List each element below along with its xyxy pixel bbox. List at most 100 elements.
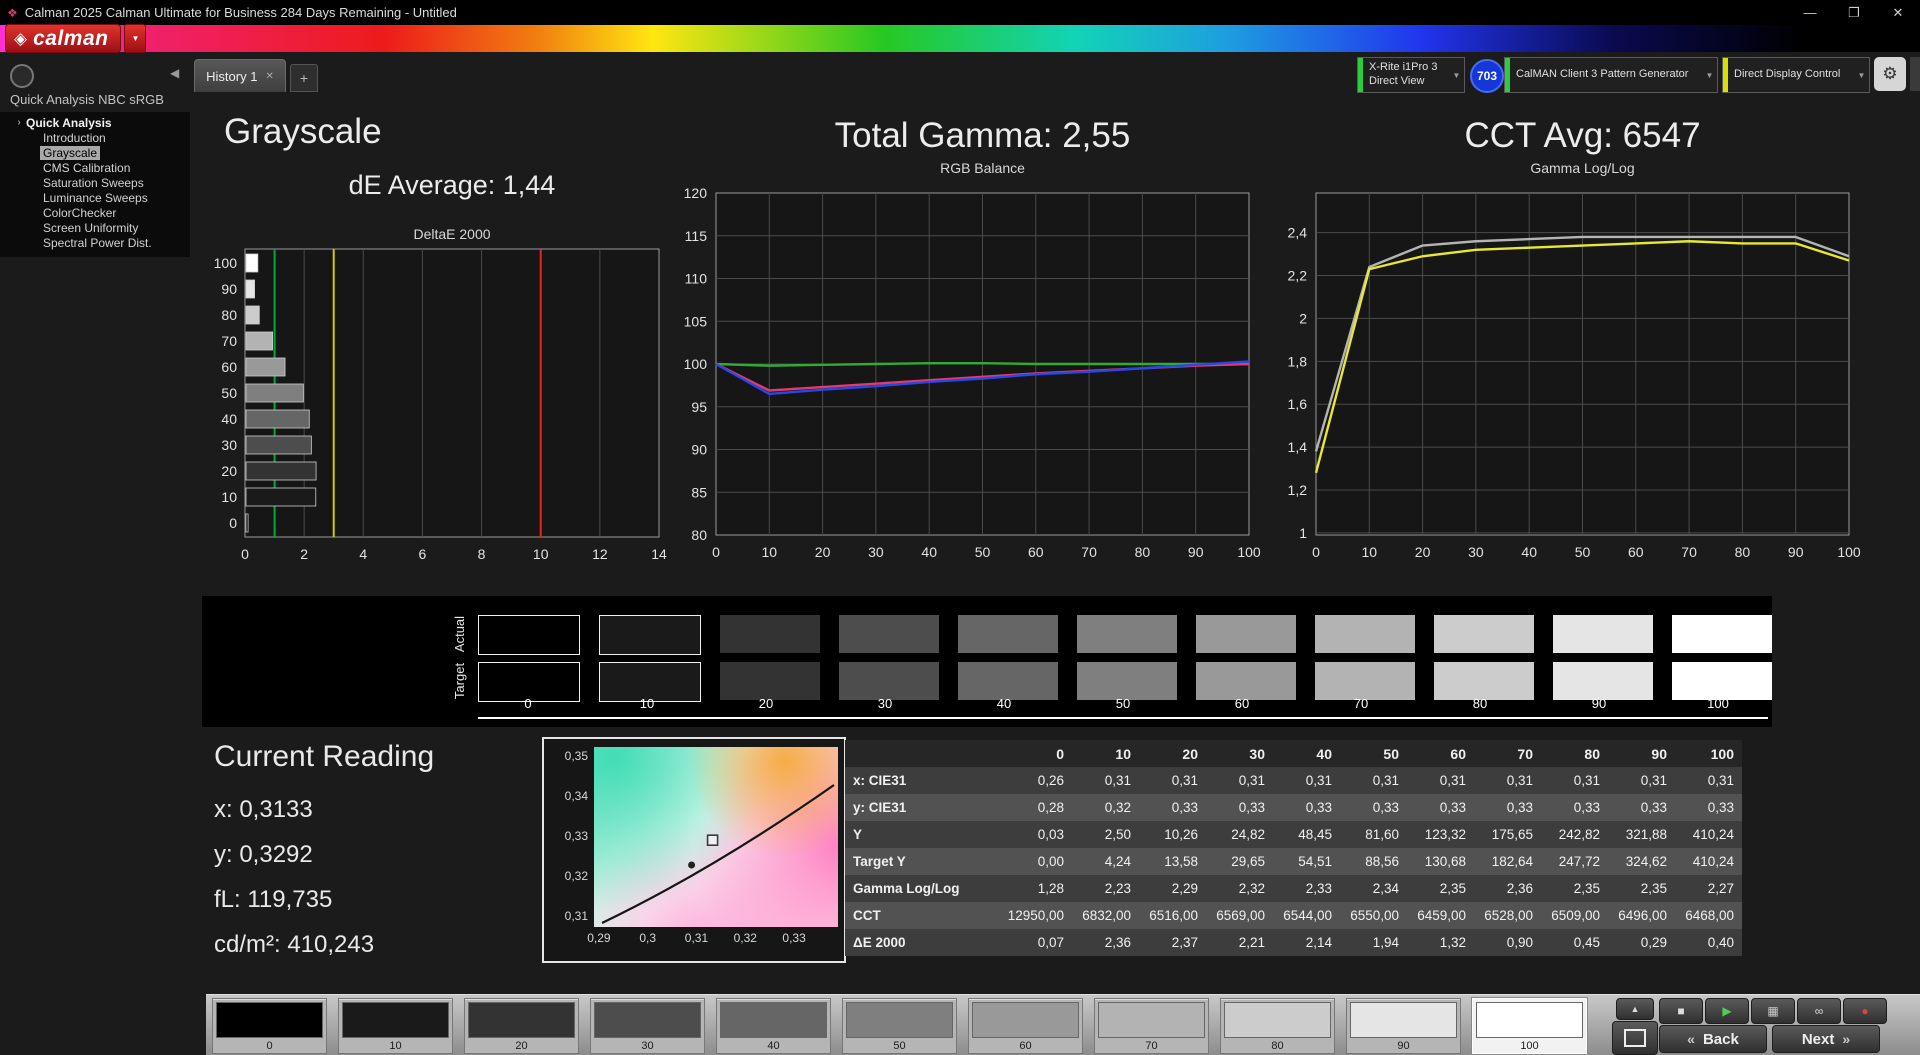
table-cell: 6569,00 [1206,902,1273,929]
pattern-generator-name: CalMAN Client 3 Pattern Generator [1516,68,1696,82]
svg-text:40: 40 [1521,544,1537,560]
table-cell: 2,37 [1139,929,1206,956]
table-cell: 0,29 [1608,929,1675,956]
table-row: y: CIE310,280,320,330,330,330,330,330,33… [845,794,1742,821]
next-button[interactable]: Next » [1772,1025,1880,1053]
table-col-header: 0 [1005,740,1072,767]
logo-menu-caret-icon[interactable]: ▼ [124,24,146,53]
table-cell: 0,40 [1675,929,1742,956]
sidebar-item-saturation-sweeps[interactable]: Saturation Sweeps [0,175,190,190]
save-button[interactable]: ▦ [1751,998,1795,1024]
pattern-tile-50[interactable]: 50 [842,998,957,1054]
pattern-tile-90[interactable]: 90 [1346,998,1461,1054]
maximize-button[interactable]: ❐ [1832,5,1876,21]
session-circle-button[interactable] [10,64,34,88]
pattern-tile-swatch [216,1002,323,1038]
sidebar-item-grayscale[interactable]: Grayscale [0,145,190,160]
table-col-header: 70 [1474,740,1541,767]
tab-label: History 1 [206,69,257,84]
record-button[interactable]: ● [1843,998,1887,1024]
svg-text:80: 80 [691,527,707,543]
loop-button[interactable]: ∞ [1797,998,1841,1024]
table-cell: 0,31 [1608,767,1675,794]
pattern-tile-swatch [1476,1002,1583,1038]
pattern-window-button[interactable] [1612,1021,1658,1055]
pattern-tile-swatch [1098,1002,1205,1038]
sidebar-item-label: Luminance Sweeps [40,191,151,205]
table-cell: 13,58 [1139,848,1206,875]
sidebar-item-spectral-power-dist-[interactable]: Spectral Power Dist. [0,235,190,250]
pattern-tile-20[interactable]: 20 [464,998,579,1054]
table-col-header: 60 [1407,740,1474,767]
sidebar-item-cms-calibration[interactable]: CMS Calibration [0,160,190,175]
minimize-button[interactable]: — [1788,5,1832,21]
patch-level-label: 50 [1073,696,1173,711]
sidebar-collapse-icon[interactable]: ◀ [170,66,179,80]
sidebar-item-introduction[interactable]: Introduction [0,130,190,145]
table-cell: 2,32 [1206,875,1273,902]
app-icon: ❖ [7,6,18,20]
table-row: ΔE 20000,072,362,372,212,141,941,320,900… [845,929,1742,956]
pattern-tile-label: 80 [1221,1040,1334,1052]
measurement-table: 0102030405060708090100x: CIE310,260,310,… [845,740,1742,956]
settings-gear-button[interactable]: ⚙ [1874,57,1906,91]
pattern-tile-80[interactable]: 80 [1220,998,1335,1054]
play-button[interactable]: ▶ [1705,998,1749,1024]
patch-level-label: 0 [478,696,578,711]
overflow-button[interactable] [1910,57,1920,91]
patch-level-label: 10 [597,696,697,711]
svg-text:100: 100 [1837,544,1861,560]
svg-text:60: 60 [221,359,237,375]
table-cell: 324,62 [1608,848,1675,875]
tab-history-1[interactable]: History 1 ✕ [194,59,286,92]
close-button[interactable]: ✕ [1876,5,1920,21]
meter-name: X-Rite i1Pro 3 [1369,61,1443,75]
add-tab-button[interactable]: + [290,64,318,92]
pattern-tile-10[interactable]: 10 [338,998,453,1054]
pattern-tile-0[interactable]: 0 [212,998,327,1054]
pattern-tile-swatch [468,1002,575,1038]
pattern-tile-label: 50 [843,1040,956,1052]
pattern-generator-dropdown[interactable]: CalMAN Client 3 Pattern Generator ▼ [1504,57,1718,93]
table-cell: 2,34 [1340,875,1407,902]
svg-text:115: 115 [685,228,708,244]
actual-patch-30 [839,615,939,653]
pattern-up-button[interactable]: ▲ [1616,998,1654,1020]
table-cell: 10,26 [1139,821,1206,848]
pattern-tile-100[interactable]: 100 [1472,998,1587,1054]
svg-text:20: 20 [1415,544,1431,560]
table-cell: 410,24 [1675,848,1742,875]
cie-y-tick-label: 0,32 [548,869,588,883]
patch-count-badge: 703 [1470,59,1504,93]
meter-mode: Direct View [1369,75,1443,89]
cie-chromaticity-chart: 0,350,340,330,320,310,290,30,310,320,33 [542,737,846,963]
back-button[interactable]: « Back [1659,1025,1767,1053]
table-row-label: ΔE 2000 [845,929,1005,956]
sidebar-item-luminance-sweeps[interactable]: Luminance Sweeps [0,190,190,205]
svg-text:80: 80 [1735,544,1751,560]
calman-logo-button[interactable]: ◈ calman ▼ [5,24,146,53]
reading-fl: fL: 119,735 [214,886,434,914]
svg-text:100: 100 [684,356,708,372]
chevron-down-icon: ▼ [1854,58,1869,92]
reading-x: x: 0,3133 [214,796,434,824]
display-control-dropdown[interactable]: Direct Display Control ▼ [1722,57,1870,93]
tree-expander-icon[interactable]: › [12,117,26,128]
patch-level-label: 90 [1549,696,1649,711]
pattern-tile-70[interactable]: 70 [1094,998,1209,1054]
table-row-label: CCT [845,902,1005,929]
sidebar-item-colorchecker[interactable]: ColorChecker [0,205,190,220]
svg-text:1,4: 1,4 [1288,439,1308,455]
pattern-tile-30[interactable]: 30 [590,998,705,1054]
meter-dropdown[interactable]: X-Rite i1Pro 3 Direct View ▼ [1357,57,1465,93]
sidebar-item-screen-uniformity[interactable]: Screen Uniformity [0,220,190,235]
workflow-tree: ›Quick AnalysisIntroductionGrayscaleCMS … [0,112,190,257]
table-cell: 0,07 [1005,929,1072,956]
table-cell: 0,33 [1407,794,1474,821]
back-label: Back [1703,1031,1739,1048]
tree-node-quick-analysis[interactable]: ›Quick Analysis [0,115,190,130]
pattern-tile-60[interactable]: 60 [968,998,1083,1054]
stop-button[interactable]: ■ [1659,998,1703,1024]
tab-close-icon[interactable]: ✕ [265,71,273,82]
pattern-tile-40[interactable]: 40 [716,998,831,1054]
